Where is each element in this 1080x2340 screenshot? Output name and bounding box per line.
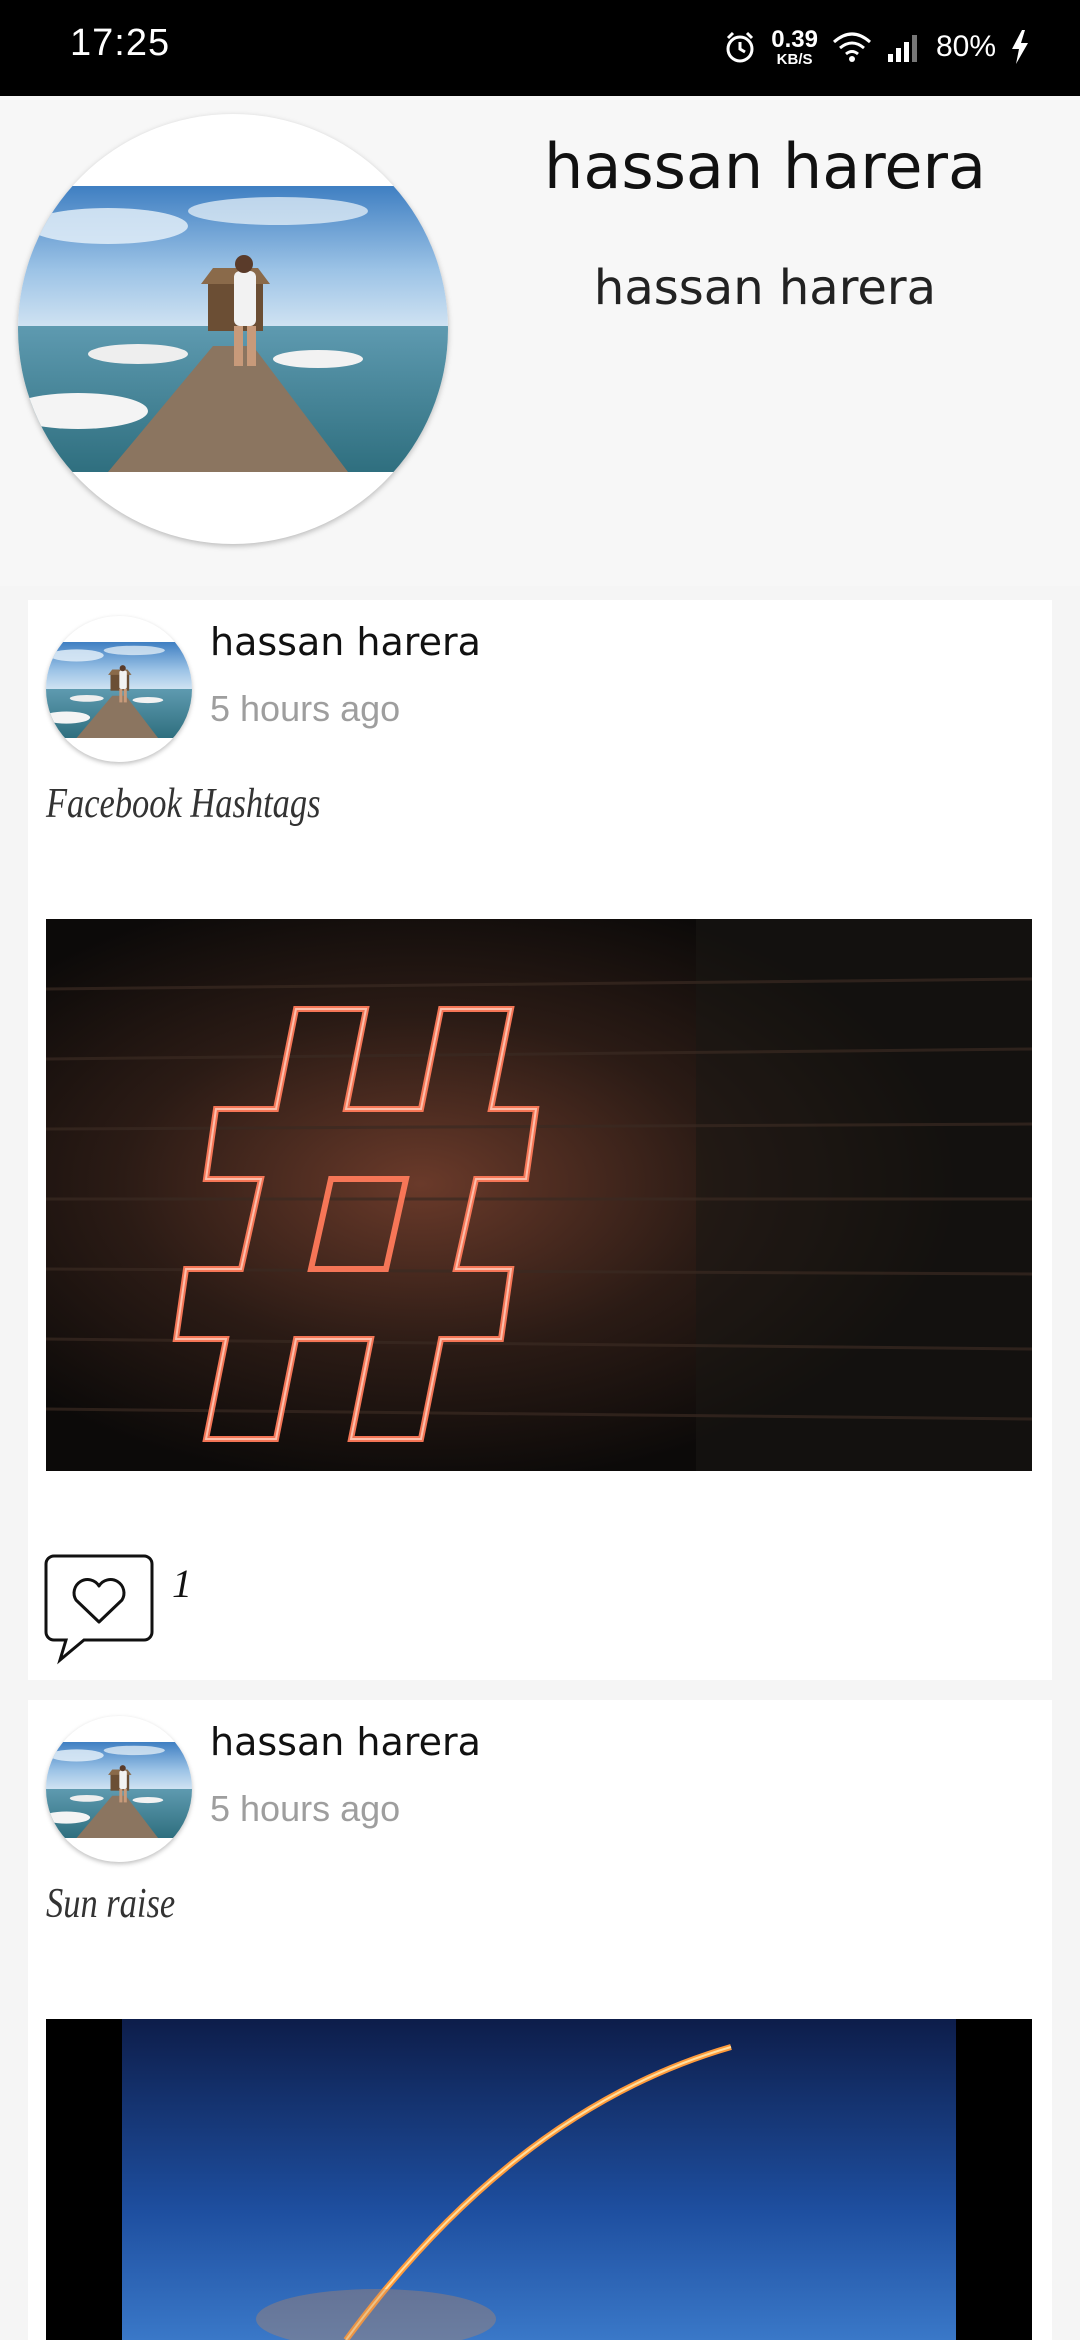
profile-header: hassan harera hassan harera (0, 96, 1080, 586)
post-timestamp: 5 hours ago (210, 1788, 401, 1829)
signal-icon (887, 35, 917, 62)
wifi-icon (832, 32, 871, 62)
post-author-photo (46, 642, 192, 738)
post-author-avatar[interactable] (46, 616, 192, 762)
alarm-icon (726, 31, 754, 63)
post-author-name[interactable]: hassan harera (210, 1720, 481, 1764)
charging-icon (1012, 30, 1028, 64)
like-button[interactable] (44, 1552, 158, 1666)
profile-name: hassan harera (544, 130, 986, 203)
battery-level: 80% (935, 30, 996, 63)
network-speed-value: 0.39 (771, 25, 818, 53)
post-timestamp: 5 hours ago (210, 688, 401, 729)
status-bar: 17:25 0.39 KB/S 80% (0, 0, 1080, 96)
post-author-avatar[interactable] (46, 1716, 192, 1862)
status-icons: 0.39 KB/S 80% (723, 22, 1030, 72)
post-author-photo (46, 1742, 192, 1838)
post-caption: Facebook Hashtags (46, 781, 321, 827)
post-image-rocket[interactable] (46, 2019, 1032, 2340)
post-card: hassan harera 5 hours ago Sun raise (28, 1700, 1052, 2340)
like-count: 1 (172, 1561, 192, 1606)
post-image-hashtag[interactable] (46, 919, 1032, 1471)
status-time: 17:25 (70, 22, 171, 64)
profile-photo (18, 186, 448, 472)
post-caption: Sun raise (46, 1881, 176, 1927)
post-card: hassan harera 5 hours ago Facebook Hasht… (28, 600, 1052, 1680)
post-author-name[interactable]: hassan harera (210, 620, 481, 664)
profile-avatar[interactable] (18, 114, 448, 544)
network-speed-unit: KB/S (776, 50, 813, 68)
network-speed: 0.39 KB/S (771, 25, 818, 68)
profile-subtitle: hassan harera (593, 260, 937, 316)
